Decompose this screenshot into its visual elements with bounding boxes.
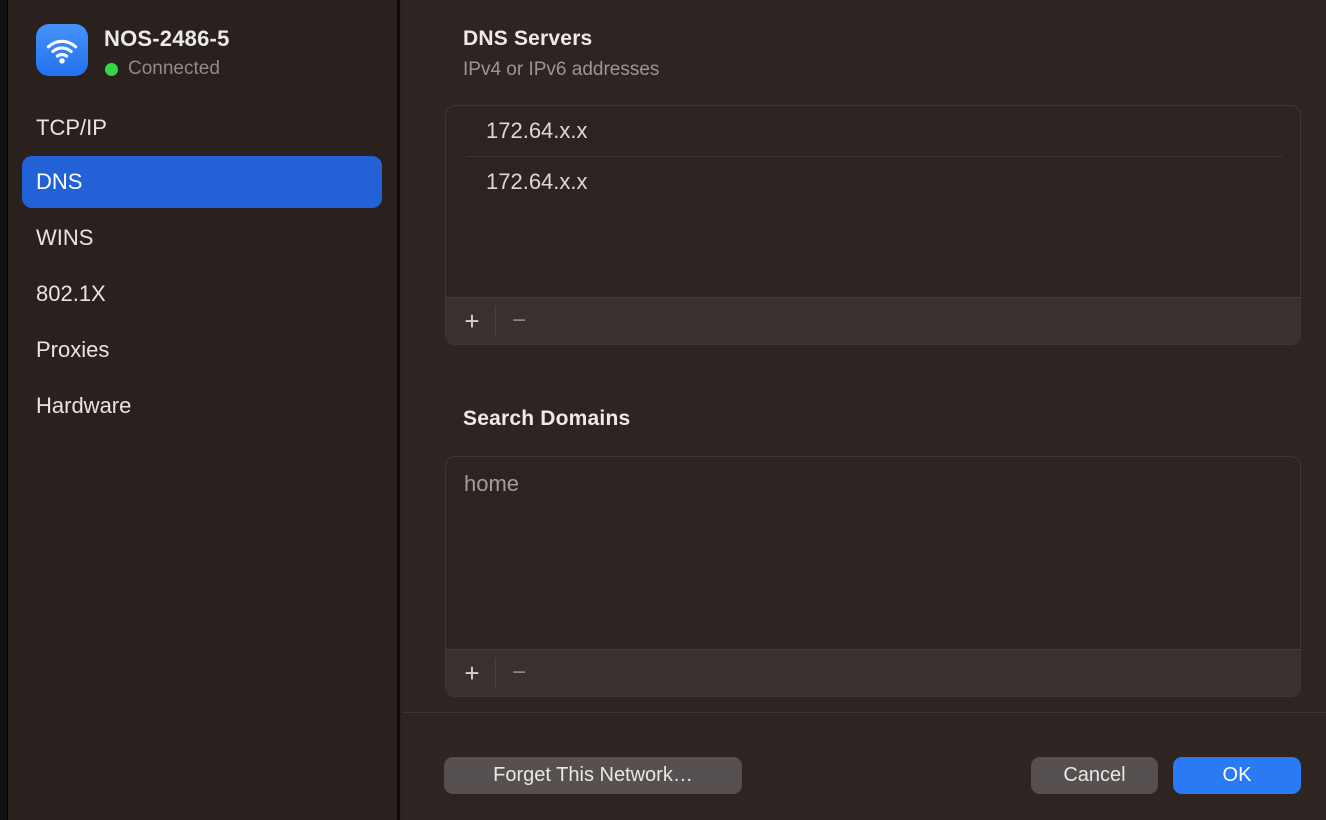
sidebar-item-label: Hardware: [36, 393, 131, 419]
dns-server-row[interactable]: 172.64.x.x: [446, 106, 1300, 156]
toolbar-separator: [495, 658, 496, 688]
search-domain-row[interactable]: home: [446, 457, 1300, 511]
wifi-icon: [36, 24, 88, 76]
sidebar-item-hardware[interactable]: Hardware: [22, 380, 382, 432]
sidebar-item-label: 802.1X: [36, 281, 106, 307]
main-pane: DNS Servers IPv4 or IPv6 addresses 172.6…: [403, 0, 1326, 820]
forget-network-button[interactable]: Forget This Network…: [444, 757, 742, 794]
sidebar-item-8021x[interactable]: 802.1X: [22, 268, 382, 320]
sidebar-item-tcpip[interactable]: TCP/IP: [22, 102, 382, 154]
sidebar-item-label: DNS: [36, 169, 82, 195]
sidebar-item-wins[interactable]: WINS: [22, 212, 382, 264]
sidebar-item-proxies[interactable]: Proxies: [22, 324, 382, 376]
add-search-domain-button[interactable]: +: [456, 657, 488, 689]
toolbar-separator: [495, 306, 496, 336]
sidebar-item-dns[interactable]: DNS: [22, 156, 382, 208]
network-name: NOS-2486-5: [104, 26, 230, 52]
cancel-button[interactable]: Cancel: [1031, 757, 1158, 794]
dns-servers-subtitle: IPv4 or IPv6 addresses: [463, 59, 659, 81]
sidebar-item-label: Proxies: [36, 337, 109, 363]
search-domains-toolbar: + −: [446, 649, 1300, 696]
remove-search-domain-button[interactable]: −: [503, 657, 535, 689]
search-domain-value: home: [464, 471, 519, 497]
sidebar-item-label: WINS: [36, 225, 93, 251]
dns-servers-listbox: 172.64.x.x 172.64.x.x + −: [445, 105, 1301, 345]
search-domains-rows: home: [446, 457, 1300, 649]
dns-servers-toolbar: + −: [446, 297, 1300, 344]
footer-divider: [403, 712, 1326, 713]
ok-button[interactable]: OK: [1173, 757, 1301, 794]
dns-servers-title: DNS Servers: [463, 27, 592, 51]
dns-server-value: 172.64.x.x: [486, 118, 588, 144]
search-domains-title: Search Domains: [463, 407, 630, 431]
sidebar-item-label: TCP/IP: [36, 115, 107, 141]
dns-server-row[interactable]: 172.64.x.x: [446, 157, 1300, 207]
connected-dot-icon: [105, 63, 118, 76]
connection-status: Connected: [105, 58, 220, 80]
dns-server-value: 172.64.x.x: [486, 169, 588, 195]
sidebar: NOS-2486-5 Connected TCP/IP DNS WINS 802…: [8, 0, 400, 820]
wifi-details-dialog: NOS-2486-5 Connected TCP/IP DNS WINS 802…: [0, 0, 1326, 820]
search-domains-listbox: home + −: [445, 456, 1301, 697]
status-label: Connected: [128, 58, 220, 80]
window-edge-strip: [0, 0, 8, 820]
add-dns-server-button[interactable]: +: [456, 305, 488, 337]
dns-servers-rows: 172.64.x.x 172.64.x.x: [446, 106, 1300, 297]
remove-dns-server-button[interactable]: −: [503, 305, 535, 337]
